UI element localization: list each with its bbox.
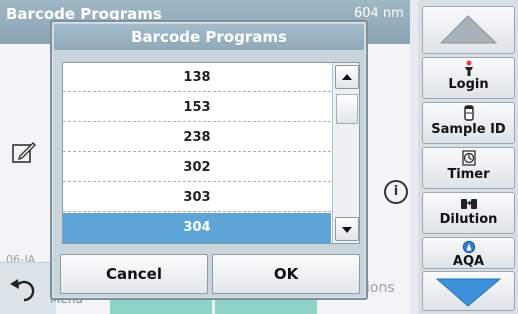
- dilution-button[interactable]: Dilution: [422, 192, 515, 234]
- list-item-selected[interactable]: 304: [63, 213, 331, 243]
- background-tab: [110, 298, 212, 314]
- list-scroll-up-button[interactable]: [335, 65, 359, 89]
- list-item[interactable]: 238: [63, 123, 331, 152]
- list-item[interactable]: 138: [63, 63, 331, 92]
- aqa-icon: [462, 240, 475, 254]
- down-arrow-icon: [435, 278, 502, 307]
- list-scrollbar[interactable]: [332, 63, 359, 243]
- wavelength-readout: 604 nm: [354, 6, 404, 21]
- cancel-button[interactable]: Cancel: [60, 254, 208, 294]
- login-label: Login: [448, 77, 489, 92]
- tool-sidebar: Login Sample ID Timer Dilution AQA: [418, 0, 518, 314]
- scroll-thumb[interactable]: [336, 94, 358, 124]
- sample-id-button[interactable]: Sample ID: [422, 102, 515, 144]
- timer-icon: [461, 150, 476, 166]
- scroll-up-button[interactable]: [422, 6, 515, 54]
- edit-icon[interactable]: [11, 140, 37, 164]
- list-item[interactable]: 153: [63, 93, 331, 122]
- aqa-button[interactable]: AQA: [422, 237, 515, 269]
- program-list: 138 153 238 302 303 304: [62, 62, 360, 244]
- sample-id-label: Sample ID: [431, 122, 506, 137]
- barcode-programs-dialog: Barcode Programs 138 153 238 302 303 304: [50, 20, 368, 300]
- list-item[interactable]: 303: [63, 183, 331, 212]
- sample-vial-icon: [463, 105, 474, 121]
- dialog-title: Barcode Programs: [54, 24, 364, 50]
- options-label[interactable]: ions: [366, 280, 395, 296]
- info-icon[interactable]: i: [384, 180, 408, 204]
- back-arrow-icon: [10, 279, 35, 302]
- caret-down-icon: [342, 227, 352, 233]
- caret-up-icon: [342, 74, 352, 80]
- back-button[interactable]: [0, 262, 56, 314]
- instrument-screen: Barcode Programs 604 nm i 06-JA Menu ion…: [0, 0, 518, 314]
- aqa-label: AQA: [452, 254, 485, 269]
- dilution-icon: [460, 199, 477, 209]
- background-tab: [215, 298, 317, 314]
- dilution-label: Dilution: [439, 212, 498, 227]
- list-item[interactable]: 302: [63, 153, 331, 182]
- login-button[interactable]: Login: [422, 57, 515, 99]
- ok-button[interactable]: OK: [212, 254, 360, 294]
- timer-label: Timer: [447, 167, 490, 182]
- up-arrow-icon: [439, 15, 498, 44]
- scroll-down-button[interactable]: [422, 271, 515, 311]
- timer-button[interactable]: Timer: [422, 147, 515, 189]
- list-scroll-down-button[interactable]: [335, 217, 359, 241]
- person-icon: [464, 60, 473, 76]
